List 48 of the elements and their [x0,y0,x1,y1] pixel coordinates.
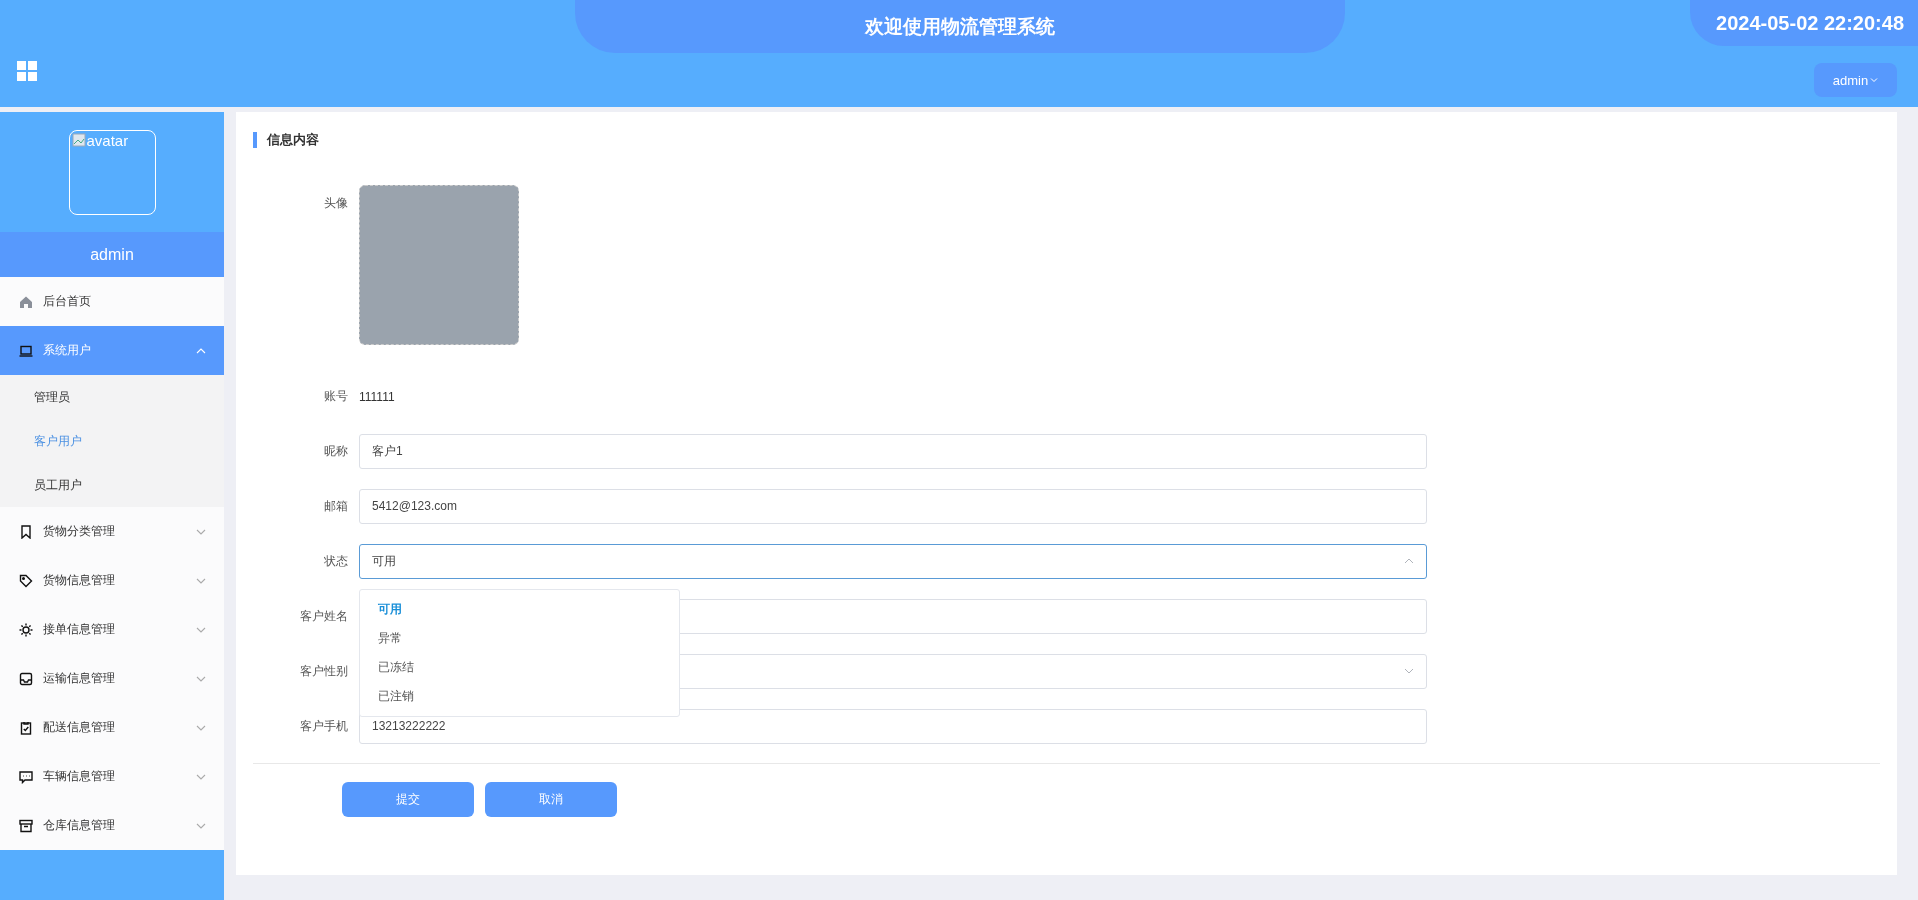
dropdown-option[interactable]: 已注销 [360,681,679,711]
section-title: 信息内容 [267,131,319,149]
field-label: 昵称 [323,442,349,460]
menu-item[interactable]: 仓库信息管理 [0,801,224,850]
caret-icon [1870,77,1879,83]
home-icon [19,294,33,309]
input-field[interactable]: 客户1 [359,433,1427,469]
field-label: 客户性别 [299,662,349,680]
app-title: 欢迎使用物流管理系统 [865,14,1055,39]
chevron-icon [1404,668,1414,674]
field-value: 111111 [359,390,395,404]
input-field[interactable]: 5412@123.com [359,488,1427,524]
broken-image-icon [71,132,86,147]
dropdown-option[interactable]: 可用 [360,594,679,624]
menu-item[interactable]: 配送信息管理 [0,703,224,752]
chevron-icon [1404,558,1414,564]
input-field[interactable]: 13213222222 [359,708,1427,744]
menu-item[interactable]: 货物信息管理 [0,556,224,605]
section-marker [253,132,257,148]
chat-icon [19,769,33,784]
menu-item[interactable]: 运输信息管理 [0,654,224,703]
tag-icon [19,573,33,588]
sidebar-username: admin [0,232,224,277]
menu-item[interactable]: 接单信息管理 [0,605,224,654]
photo-placeholder[interactable] [359,185,519,345]
inbox-icon [19,671,33,686]
field-label: 邮箱 [323,497,349,515]
sun-icon [19,622,33,637]
clipboard-icon [19,720,33,735]
submenu-item[interactable]: 管理员 [0,375,224,419]
datetime: 2024-05-02 22:20:48 [1690,0,1918,46]
field-label: 状态 [323,552,349,570]
field-label: 头像 [323,195,349,212]
dropdown-option[interactable]: 异常 [360,623,679,653]
bookmark-icon [19,524,33,539]
menu-item[interactable]: 车辆信息管理 [0,752,224,801]
field-label: 客户手机 [299,717,349,735]
dropdown-option[interactable]: 已冻结 [360,652,679,682]
avatar-alt-text: avatar [86,132,129,148]
grid-menu-icon[interactable] [17,61,37,81]
laptop-icon [19,343,33,358]
menu-item[interactable]: 货物分类管理 [0,507,224,556]
select-field[interactable]: 可用 [359,543,1427,579]
menu-item[interactable]: 后台首页 [0,277,224,326]
submenu-item[interactable]: 员工用户 [0,463,224,507]
field-label: 账号 [323,387,349,405]
archive-icon [19,818,33,833]
field-label: 客户姓名 [299,607,349,625]
